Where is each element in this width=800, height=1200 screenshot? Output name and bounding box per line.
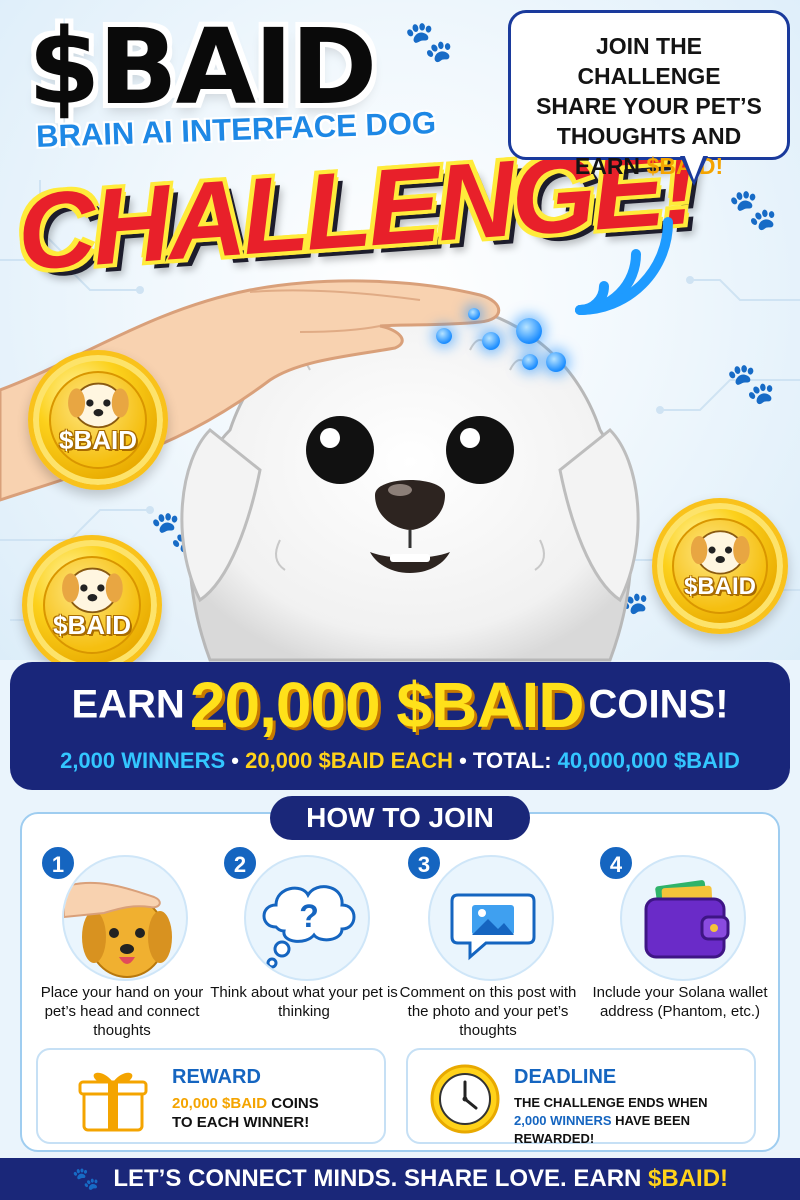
- reward-text: 20,000 $BAID COINS TO EACH WINNER!: [172, 1094, 382, 1132]
- reward-line-2: TO EACH WINNER!: [172, 1114, 310, 1131]
- step-1: 1 Place your hand on your pet’s head and…: [32, 845, 212, 1045]
- step-text: Think about what your pet is thinking: [210, 984, 398, 1020]
- reward-amount-suffix: COINS: [267, 1095, 319, 1112]
- bubble-line-2: SHARE YOUR PET’S: [536, 93, 762, 119]
- coin-label: $BAID: [58, 425, 137, 456]
- total-label: TOTAL:: [472, 748, 552, 773]
- bubble-line-3: THOUGHTS AND: [556, 123, 742, 149]
- sensor-dot: [436, 328, 452, 344]
- step-2: ? 2 Think about what your pet is thinkin…: [210, 845, 398, 1045]
- sensor-dot: [522, 354, 538, 370]
- how-to-join-title: HOW TO JOIN: [270, 796, 530, 840]
- coin-label: $BAID: [52, 610, 131, 641]
- step-3: 3 Comment on this post with the photo an…: [398, 845, 578, 1045]
- paw-print-icon: 🐾: [71, 1166, 100, 1191]
- svg-text:?: ?: [299, 898, 319, 934]
- wallet-icon: [644, 880, 730, 959]
- reward-card: REWARD 20,000 $BAID COINS TO EACH WINNER…: [36, 1048, 386, 1144]
- sensor-dot: [468, 308, 480, 320]
- amount-each: 20,000 $BAID EACH: [245, 748, 453, 773]
- separator: •: [231, 748, 239, 773]
- earn-banner: EARN 20,000 $BAID COINS! 2,000 WINNERS •…: [10, 662, 790, 790]
- step-illustration: [620, 855, 746, 981]
- deadline-line-3: REWARDED!: [514, 1131, 595, 1146]
- earn-headline: EARN 20,000 $BAID COINS!: [10, 668, 790, 742]
- separator: •: [459, 748, 467, 773]
- step-text: Include your Solana wallet address (Phan…: [592, 984, 768, 1020]
- step-text: Place your hand on your pet’s head and c…: [40, 984, 204, 1039]
- sensor-dot: [516, 318, 542, 344]
- gift-icon: [78, 1072, 148, 1132]
- deadline-text: THE CHALLENGE ENDS WHEN 2,000 WINNERS HA…: [514, 1094, 754, 1148]
- footer-banner: 🐾 LET’S CONNECT MINDS. SHARE LOVE. EARN $…: [0, 1158, 800, 1200]
- winners-count: 2,000 WINNERS: [60, 748, 226, 773]
- paw-print-icon: 🐾: [728, 187, 778, 233]
- earn-word: EARN: [71, 682, 185, 727]
- reward-title: REWARD: [172, 1066, 261, 1088]
- sensor-dot: [546, 352, 566, 372]
- step-4: 4 Include your Solana wallet address (Ph…: [590, 845, 770, 1045]
- hand-on-dog-icon: [64, 881, 172, 978]
- step-text: Comment on this post with the photo and …: [399, 984, 577, 1039]
- coin-label: $BAID: [683, 573, 756, 601]
- deadline-card: DEADLINE THE CHALLENGE ENDS WHEN 2,000 W…: [406, 1048, 756, 1146]
- bubble-line-1: JOIN THE CHALLENGE: [577, 33, 721, 89]
- deadline-line-1: THE CHALLENGE ENDS WHEN: [514, 1095, 708, 1110]
- earn-coins-word: COINS!: [588, 682, 729, 727]
- step-illustration: [428, 855, 554, 981]
- step-number: 3: [406, 845, 442, 881]
- clock-icon: [430, 1064, 500, 1134]
- step-number: 4: [598, 845, 634, 881]
- baid-coin: $BAID: [22, 535, 162, 675]
- earn-amount: 20,000 $BAID: [189, 669, 585, 741]
- dog-face-icon: [690, 529, 750, 575]
- paw-print-icon: 🐾: [726, 361, 776, 407]
- footer-highlight: $BAID!: [648, 1165, 729, 1192]
- total-value: 40,000,000 $BAID: [557, 748, 740, 773]
- paw-print-icon: 🐾: [404, 19, 454, 65]
- image-comment-icon: [450, 893, 536, 961]
- earn-details: 2,000 WINNERS • 20,000 $BAID EACH • TOTA…: [10, 748, 790, 774]
- step-number: 1: [40, 845, 76, 881]
- footer-text: LET’S CONNECT MINDS. SHARE LOVE. EARN: [113, 1165, 649, 1192]
- speech-bubble: JOIN THE CHALLENGE SHARE YOUR PET’S THOU…: [508, 10, 790, 179]
- baid-coin: $BAID: [28, 350, 168, 490]
- baid-coin: $BAID: [652, 498, 788, 634]
- sensor-dot: [482, 332, 500, 350]
- step-illustration: [62, 855, 188, 981]
- step-illustration: ?: [244, 855, 370, 981]
- reward-amount: 20,000 $BAID: [172, 1095, 268, 1112]
- deadline-title: DEADLINE: [514, 1066, 617, 1088]
- deadline-highlight: 2,000 WINNERS: [514, 1113, 612, 1128]
- thought-bubble-icon: ?: [262, 885, 356, 969]
- deadline-line-2: HAVE BEEN: [611, 1113, 691, 1128]
- step-number: 2: [222, 845, 258, 881]
